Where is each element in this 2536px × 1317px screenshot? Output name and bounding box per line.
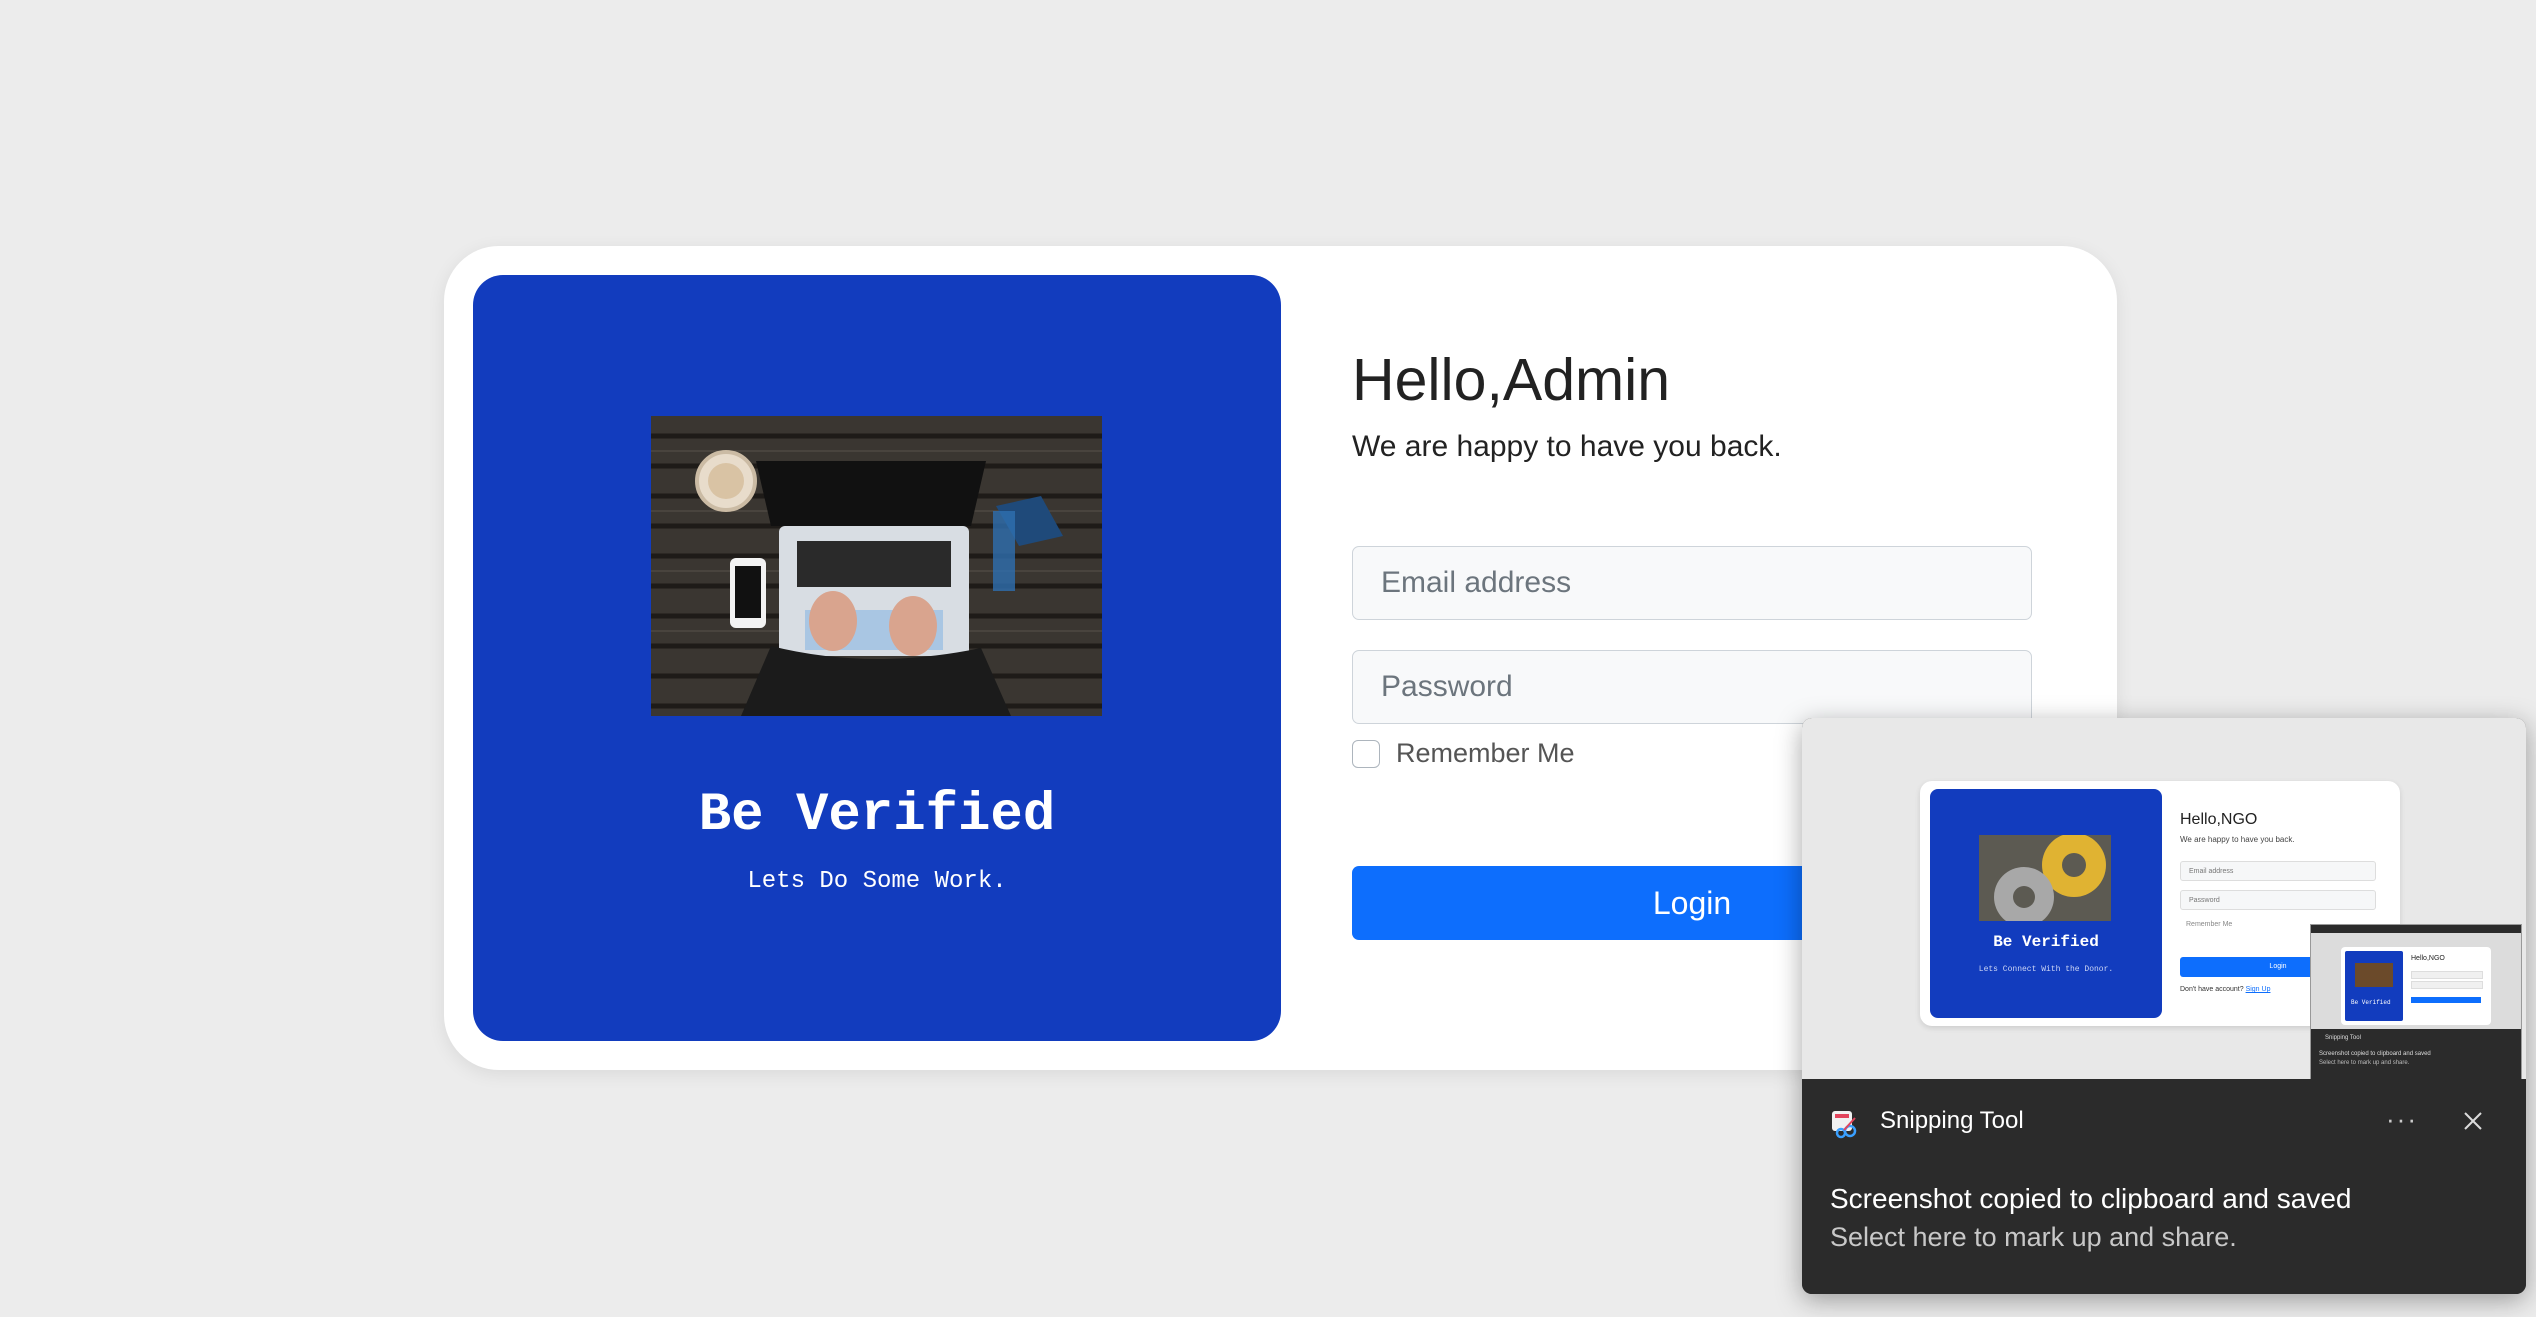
notification-message: Screenshot copied to clipboard and saved — [1830, 1183, 2352, 1214]
nested-photo — [2355, 963, 2393, 987]
notification-hint: Select here to mark up and share. — [1830, 1222, 2237, 1252]
notification-app-name: Snipping Tool — [1880, 1107, 2024, 1134]
welcome-subtitle: We are happy to have you back. — [1352, 430, 1782, 463]
nested-greeting: Hello,NGO — [2411, 955, 2445, 962]
preview-brand-title: Be Verified — [1993, 933, 2099, 951]
nested-brand-title: Be Verified — [2351, 999, 2391, 1006]
nested-titlebar — [2311, 925, 2521, 933]
preview-signup-prompt: Don't have account? — [2180, 986, 2244, 993]
password-input[interactable] — [1352, 650, 2032, 724]
remember-me-checkbox[interactable] — [1352, 739, 1380, 768]
notification-body[interactable]: Snipping Tool ··· Screenshot copied to c… — [1802, 1079, 2526, 1294]
preview-subtitle: We are happy to have you back. — [2180, 835, 2295, 844]
more-options-button[interactable]: ··· — [2377, 1099, 2427, 1143]
remember-me[interactable]: Remember Me — [1352, 738, 1575, 769]
laptop-desk-photo — [651, 416, 1102, 716]
nested-login-card: Be Verified Hello,NGO — [2341, 947, 2491, 1025]
brand-title: Be Verified — [698, 785, 1056, 846]
nested-field — [2411, 971, 2483, 979]
remember-me-label[interactable]: Remember Me — [1396, 738, 1575, 769]
nested-toast: Snipping Tool Screenshot copied to clipb… — [2311, 1029, 2521, 1079]
preview-gears-photo — [1979, 835, 2111, 921]
nested-toast-app: Snipping Tool — [2325, 1035, 2361, 1041]
preview-email-field: Email address — [2180, 861, 2376, 881]
brand-panel: Be Verified Lets Do Some Work. — [473, 275, 1281, 1041]
snipping-tool-notification[interactable]: Be Verified Lets Connect With the Donor.… — [1802, 718, 2526, 1294]
screenshot-preview[interactable]: Be Verified Lets Connect With the Donor.… — [1802, 718, 2526, 1079]
preview-brand-panel: Be Verified Lets Connect With the Donor. — [1930, 789, 2162, 1018]
gears-illustration — [1979, 835, 2111, 921]
brand-tagline: Lets Do Some Work. — [747, 868, 1007, 895]
page-title: Hello,Admin — [1352, 347, 1671, 413]
preview-password-field: Password — [2180, 890, 2376, 910]
nested-brand-panel: Be Verified — [2345, 951, 2403, 1021]
nested-toast-hint: Select here to mark up and share. — [2319, 1060, 2410, 1066]
preview-brand-tagline: Lets Connect With the Donor. — [1978, 965, 2114, 974]
preview-signup-text: Don't have account? Sign Up — [2180, 986, 2270, 993]
close-icon[interactable] — [2453, 1101, 2493, 1141]
nested-field — [2411, 981, 2483, 989]
snipping-tool-icon — [1832, 1111, 1857, 1139]
preview-greeting: Hello,NGO — [2180, 811, 2258, 828]
nested-login-button — [2411, 997, 2481, 1003]
email-input[interactable] — [1352, 546, 2032, 620]
nested-screenshot-preview: Be Verified Hello,NGO Snipping Tool Scre… — [2310, 924, 2522, 1079]
laptop-photo-illustration — [651, 416, 1102, 716]
nested-toast-message: Screenshot copied to clipboard and saved — [2319, 1051, 2431, 1057]
preview-remember-label: Remember Me — [2186, 921, 2233, 928]
preview-signup-link: Sign Up — [2245, 986, 2271, 993]
